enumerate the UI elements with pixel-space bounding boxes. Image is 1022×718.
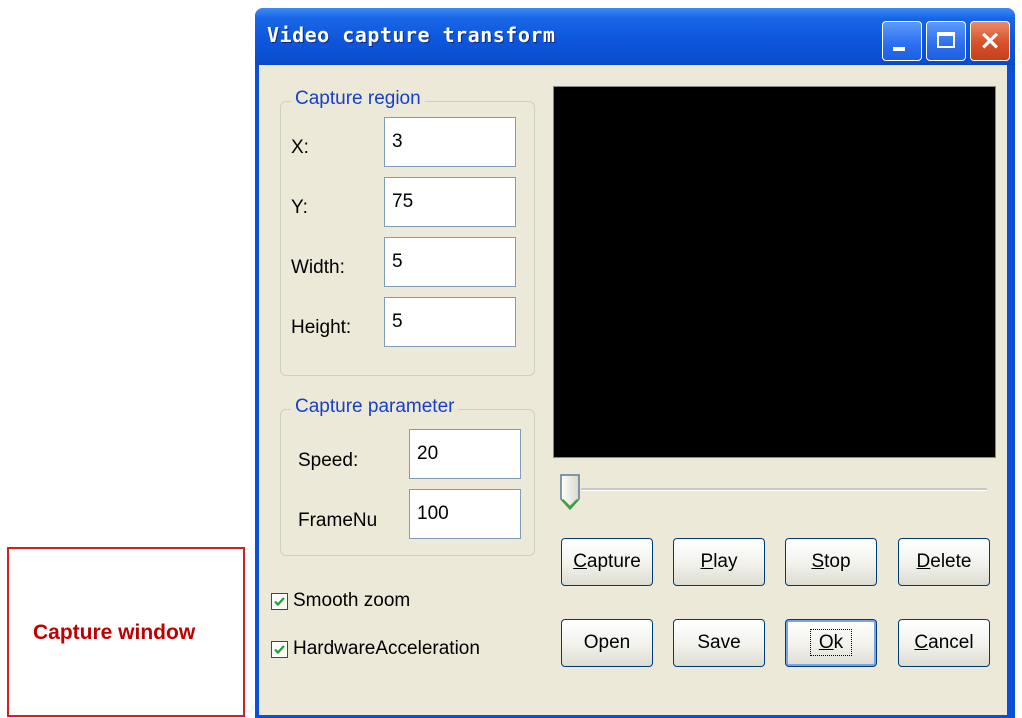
frame-number-label: FrameNu xyxy=(298,510,378,531)
speed-label: Speed: xyxy=(298,450,359,471)
maximize-icon xyxy=(937,32,955,48)
stop-button[interactable]: Stop xyxy=(785,538,877,586)
delete-button[interactable]: Delete xyxy=(898,538,990,586)
width-input[interactable] xyxy=(384,237,516,287)
hardware-acceleration-check-icon[interactable] xyxy=(271,640,288,658)
hardware-acceleration-checkbox[interactable]: HardwareAcceleration xyxy=(271,638,480,660)
speed-input[interactable] xyxy=(409,429,521,479)
hardware-acceleration-label: HardwareAcceleration xyxy=(293,638,480,659)
close-icon: × xyxy=(978,25,1002,56)
smooth-zoom-label: Smooth zoom xyxy=(293,590,411,611)
width-label: Width: xyxy=(291,257,345,278)
dialog-window: Video capture transform × Capture region… xyxy=(255,8,1015,718)
smooth-zoom-checkbox[interactable]: Smooth zoom xyxy=(271,590,410,612)
capture-region-legend: Capture region xyxy=(291,88,425,110)
close-button[interactable]: × xyxy=(970,21,1010,61)
y-input[interactable] xyxy=(384,177,516,227)
x-label: X: xyxy=(291,137,309,158)
save-button[interactable]: Save xyxy=(673,619,765,667)
window-title: Video capture transform xyxy=(267,23,556,47)
capture-parameter-legend: Capture parameter xyxy=(291,396,459,418)
height-input[interactable] xyxy=(384,297,516,347)
open-button[interactable]: Open xyxy=(561,619,653,667)
height-label: Height: xyxy=(291,317,352,338)
slider-thumb[interactable] xyxy=(559,473,581,511)
y-label: Y: xyxy=(291,197,308,218)
minimize-button[interactable] xyxy=(882,21,922,61)
title-bar[interactable]: Video capture transform × xyxy=(255,8,1015,65)
maximize-button[interactable] xyxy=(926,21,966,61)
cancel-button[interactable]: Cancel xyxy=(898,619,990,667)
smooth-zoom-check-icon[interactable] xyxy=(271,592,288,610)
minimize-icon xyxy=(893,47,905,51)
ok-button[interactable]: Ok xyxy=(785,619,877,667)
capture-window-label: Capture window xyxy=(33,621,196,644)
capture-button[interactable]: Capture xyxy=(561,538,653,586)
video-preview xyxy=(553,86,996,458)
play-button[interactable]: Play xyxy=(673,538,765,586)
x-input[interactable] xyxy=(384,117,516,167)
slider-track[interactable] xyxy=(581,488,987,491)
dialog-client-area: Capture region X: Y: Width: Height: Capt… xyxy=(259,65,1007,715)
capture-window-annotation: Capture window xyxy=(7,547,245,717)
frame-number-input[interactable] xyxy=(409,489,521,539)
